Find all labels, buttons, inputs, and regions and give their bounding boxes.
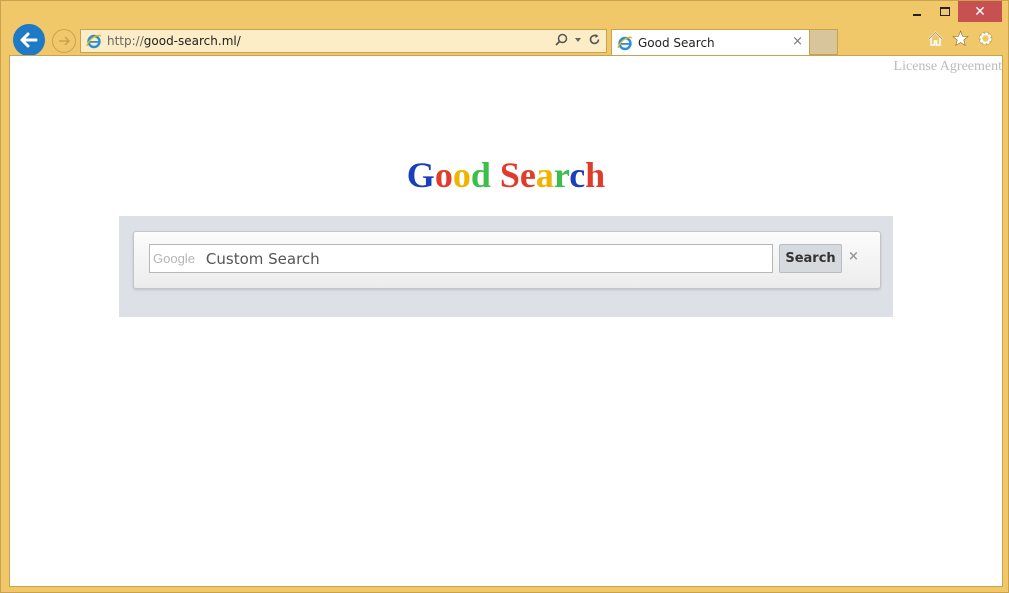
- home-button[interactable]: [927, 30, 944, 47]
- back-arrow-icon: [20, 32, 38, 48]
- browser-window: ✕ http://good-search.ml/ Good Search × L…: [0, 0, 1009, 593]
- minimize-icon: [913, 13, 921, 16]
- favorites-button[interactable]: [952, 30, 969, 47]
- close-icon: ✕: [974, 3, 986, 20]
- ie-logo-icon: [86, 34, 102, 49]
- tab-title: Good Search: [638, 35, 715, 50]
- ie-logo-icon: [617, 36, 633, 50]
- forward-arrow-icon: [59, 36, 71, 46]
- home-icon: [928, 31, 943, 46]
- search-icon[interactable]: [555, 33, 568, 46]
- logo-letter: r: [553, 155, 570, 195]
- url-text[interactable]: http://good-search.ml/: [107, 34, 241, 48]
- google-brand-mark: Google: [153, 251, 195, 266]
- logo-letter: d: [470, 155, 491, 195]
- clear-search-button[interactable]: ×: [848, 249, 859, 264]
- new-tab-button[interactable]: [810, 29, 838, 55]
- logo-letter: e: [519, 155, 536, 195]
- close-window-button[interactable]: ✕: [958, 1, 1002, 22]
- star-icon: [952, 30, 969, 47]
- forward-button[interactable]: [52, 29, 76, 53]
- maximize-button[interactable]: [931, 1, 959, 22]
- back-button[interactable]: [11, 22, 47, 58]
- search-panel: Google Custom Search Search ×: [119, 216, 893, 317]
- minimize-button[interactable]: [903, 1, 931, 22]
- logo-letter: o: [434, 155, 453, 195]
- search-input[interactable]: Google Custom Search: [149, 244, 773, 273]
- maximize-icon: [940, 7, 950, 16]
- gear-icon: [978, 31, 993, 46]
- refresh-icon[interactable]: [588, 33, 601, 46]
- license-agreement-link[interactable]: License Agreement: [894, 59, 1002, 75]
- tab-close-button[interactable]: ×: [792, 34, 803, 49]
- logo-letter: S: [499, 155, 520, 195]
- settings-button[interactable]: [977, 30, 994, 47]
- site-logo: Good Search: [10, 154, 1002, 196]
- chevron-down-icon[interactable]: [574, 36, 582, 44]
- search-placeholder: Custom Search: [205, 249, 320, 268]
- page-content: License Agreement Good Search Google Cus…: [9, 55, 1003, 587]
- search-button[interactable]: Search: [779, 244, 842, 273]
- tab-good-search[interactable]: Good Search ×: [611, 29, 810, 55]
- logo-letter: [491, 155, 500, 195]
- address-bar[interactable]: http://good-search.ml/: [80, 29, 607, 53]
- logo-letter: c: [569, 155, 586, 195]
- search-box: Google Custom Search Search ×: [133, 231, 881, 289]
- logo-letter: h: [585, 155, 606, 195]
- logo-letter: o: [452, 155, 471, 195]
- logo-letter: G: [406, 155, 435, 195]
- logo-letter: a: [535, 155, 554, 195]
